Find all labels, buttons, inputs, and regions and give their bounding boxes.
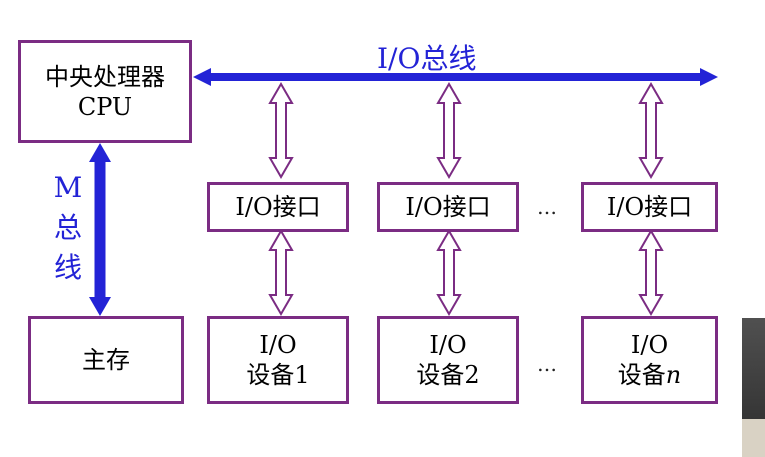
io-device-box-1: I/O 设备1 xyxy=(207,316,349,404)
interface-to-device-arrow-1 xyxy=(268,229,294,316)
m-bus-label-char-2: 总 xyxy=(53,211,82,244)
io-device-label-2-line2: 设备2 xyxy=(416,361,480,389)
io-interface-label-2: I/O接口 xyxy=(405,193,491,221)
io-device-label-1-line1: I/O xyxy=(259,331,297,359)
io-device-label-3-line1: I/O xyxy=(630,331,669,359)
m-bus-arrow xyxy=(89,143,111,316)
io-interface-box-1: I/O接口 xyxy=(207,182,349,232)
io-interface-label-3: I/O接口 xyxy=(606,193,693,221)
io-bus-label: I/O总线 xyxy=(377,42,477,75)
m-bus-label-char-1: M xyxy=(53,171,83,204)
io-device-label-2-line1: I/O xyxy=(429,331,467,359)
interface-ellipsis: … xyxy=(537,195,557,219)
interface-to-device-arrow-3 xyxy=(638,229,664,316)
memory-label: 主存 xyxy=(82,346,130,374)
background-photo-edge xyxy=(742,318,765,457)
bus-to-interface-arrow-3 xyxy=(638,82,664,179)
bus-to-interface-arrow-1 xyxy=(268,82,294,179)
memory-box: 主存 xyxy=(28,316,184,404)
io-interface-box-2: I/O接口 xyxy=(377,182,519,232)
io-device-label-3-italic-n: n xyxy=(665,361,682,389)
m-bus-label: M 总 线 xyxy=(48,168,88,288)
cpu-box: 中央处理器 CPU xyxy=(18,40,192,143)
device-ellipsis: … xyxy=(537,352,557,376)
cpu-label-line1: 中央处理器 xyxy=(45,62,165,91)
m-bus-label-char-3: 线 xyxy=(53,251,82,284)
io-interface-box-3: I/O接口 xyxy=(581,182,718,232)
io-device-box-2: I/O 设备2 xyxy=(377,316,519,404)
io-interface-label-1: I/O接口 xyxy=(235,193,321,221)
cpu-label-line2: CPU xyxy=(77,92,133,121)
io-device-label-3-line2: 设备n xyxy=(618,360,681,390)
io-device-box-3: I/O 设备n xyxy=(581,316,718,404)
io-device-label-3-prefix: 设备 xyxy=(617,361,666,389)
io-device-label-1-line2: 设备1 xyxy=(246,361,310,389)
interface-to-device-arrow-2 xyxy=(436,229,462,316)
bus-to-interface-arrow-2 xyxy=(436,82,462,179)
